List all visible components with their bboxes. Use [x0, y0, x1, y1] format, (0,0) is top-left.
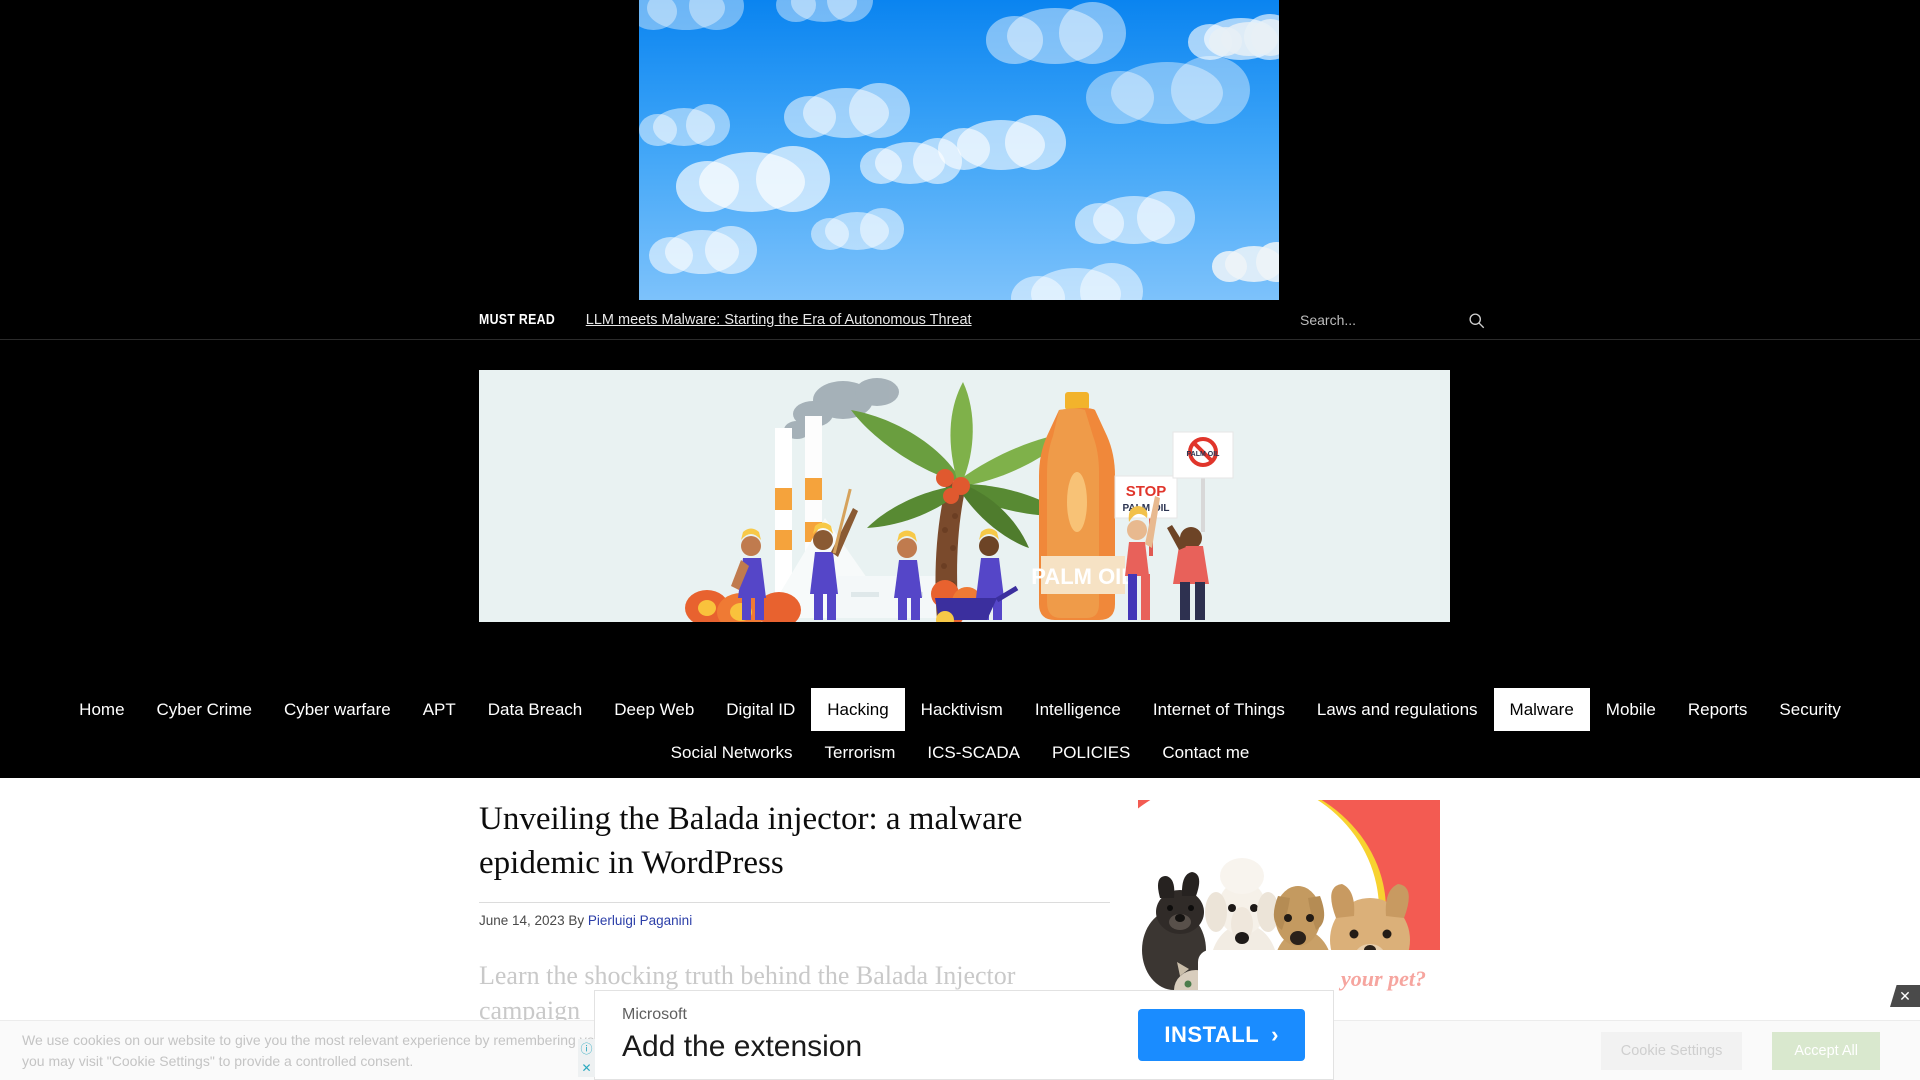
- ad-choice-badges: ⓘ ✕: [578, 1039, 595, 1077]
- main-navigation: Home Cyber Crime Cyber warfare APT Data Brea…: [0, 680, 1920, 788]
- microsoft-ad-brand: Microsoft: [622, 1005, 687, 1023]
- search-area: [1300, 300, 1485, 340]
- cloud-shape: [859, 137, 962, 184]
- cloud-shape: [639, 104, 730, 147]
- palm-oil-label: PALM OIL: [1031, 564, 1134, 589]
- cloud-shape: [985, 2, 1127, 65]
- search-icon[interactable]: [1468, 312, 1485, 329]
- pet-ad[interactable]: your pet?: [1138, 800, 1440, 1010]
- microsoft-ad-text: Microsoft Add the extension: [622, 1005, 862, 1065]
- cloud-shape: [1212, 242, 1279, 283]
- accept-all-button[interactable]: Accept All: [1772, 1031, 1880, 1070]
- nav-row-secondary: Social Networks Terrorism ICS-SCADA POLICIE…: [0, 731, 1920, 774]
- must-read-bar: MUST READ LLM meets Malware: Starting th…: [0, 300, 1920, 340]
- nav-item-reports[interactable]: Reports: [1672, 688, 1764, 731]
- cloud-shape: [1086, 55, 1250, 124]
- nav-item-terrorism[interactable]: Terrorism: [809, 731, 912, 774]
- cloud-shape: [675, 146, 831, 212]
- cloud-shape: [1011, 262, 1143, 300]
- search-input[interactable]: [1300, 312, 1410, 328]
- nav-item-data-breach[interactable]: Data Breach: [472, 688, 599, 731]
- article-date: June 14, 2023: [479, 912, 565, 928]
- must-read-headline-link[interactable]: LLM meets Malware: Starting the Era of A…: [586, 312, 972, 328]
- ad-info-icon[interactable]: ⓘ: [578, 1039, 595, 1058]
- svg-text:STOP: STOP: [1125, 483, 1166, 500]
- nav-item-deep-web[interactable]: Deep Web: [598, 688, 710, 731]
- nav-item-hacking[interactable]: Hacking: [811, 688, 905, 731]
- nav-item-social-networks[interactable]: Social Networks: [655, 731, 809, 774]
- article-title: Unveiling the Balada injector: a malware…: [479, 801, 1023, 881]
- byline-by-prefix: By: [568, 912, 585, 928]
- cloud-shape: [937, 115, 1067, 170]
- microsoft-ad-title: Add the extension: [622, 1029, 863, 1063]
- cookie-action-buttons: Cookie Settings Accept All: [1600, 1031, 1880, 1070]
- microsoft-extension-ad[interactable]: ⓘ ✕ Microsoft Add the extension INSTALL …: [578, 990, 1334, 1080]
- cloud-shape: [639, 0, 744, 30]
- palm-oil-illustration: PALM OIL STOP PALM OIL PALM OIL: [684, 378, 1233, 622]
- pet-ad-caption: your pet?: [1341, 966, 1426, 991]
- cloud-shape: [648, 225, 757, 274]
- nav-item-digital-id[interactable]: Digital ID: [710, 688, 811, 731]
- cloud-shape: [1074, 191, 1195, 245]
- nav-item-apt[interactable]: APT: [407, 688, 472, 731]
- nav-item-security[interactable]: Security: [1763, 688, 1856, 731]
- nav-item-contact-me[interactable]: Contact me: [1146, 731, 1265, 774]
- cloud-shape: [810, 208, 905, 251]
- must-read-label: MUST READ: [479, 311, 556, 328]
- palm-oil-banner-ad[interactable]: PALM OIL STOP PALM OIL PALM OIL: [479, 370, 1450, 622]
- install-button[interactable]: INSTALL ›: [1138, 1009, 1305, 1061]
- cookie-settings-button[interactable]: Cookie Settings: [1600, 1031, 1743, 1070]
- nav-item-mobile[interactable]: Mobile: [1590, 688, 1672, 731]
- nav-row-primary: Home Cyber Crime Cyber warfare APT Data Brea…: [0, 688, 1920, 731]
- article-author-link[interactable]: Pierluigi Paganini: [588, 913, 692, 928]
- page-root: MUST READ LLM meets Malware: Starting th…: [0, 0, 1920, 1080]
- cloud-shape: [784, 83, 910, 138]
- article-byline: June 14, 2023 By Pierluigi Paganini: [479, 903, 1110, 928]
- nav-item-hacktivism[interactable]: Hacktivism: [905, 688, 1019, 731]
- nav-item-home[interactable]: Home: [63, 688, 140, 731]
- ad-close-icon[interactable]: ✕: [578, 1058, 595, 1077]
- svg-text:PALM OIL: PALM OIL: [1186, 451, 1220, 458]
- nav-item-policies[interactable]: POLICIES: [1036, 731, 1146, 774]
- nav-item-cyber-warfare[interactable]: Cyber warfare: [268, 688, 407, 731]
- cloud-shape: [1208, 18, 1279, 56]
- nav-item-malware[interactable]: Malware: [1493, 688, 1590, 731]
- nav-item-laws-and-regulations[interactable]: Laws and regulations: [1301, 688, 1494, 731]
- chevron-right-icon: ›: [1271, 1022, 1279, 1047]
- top-banner-ad[interactable]: [639, 0, 1279, 300]
- nav-item-internet-of-things[interactable]: Internet of Things: [1137, 688, 1301, 731]
- install-button-label: INSTALL: [1164, 1022, 1260, 1047]
- nav-item-intelligence[interactable]: Intelligence: [1019, 688, 1137, 731]
- nav-item-cyber-crime[interactable]: Cyber Crime: [141, 688, 268, 731]
- nav-item-ics-scada[interactable]: ICS-SCADA: [911, 731, 1036, 774]
- cloud-shape: [776, 0, 873, 22]
